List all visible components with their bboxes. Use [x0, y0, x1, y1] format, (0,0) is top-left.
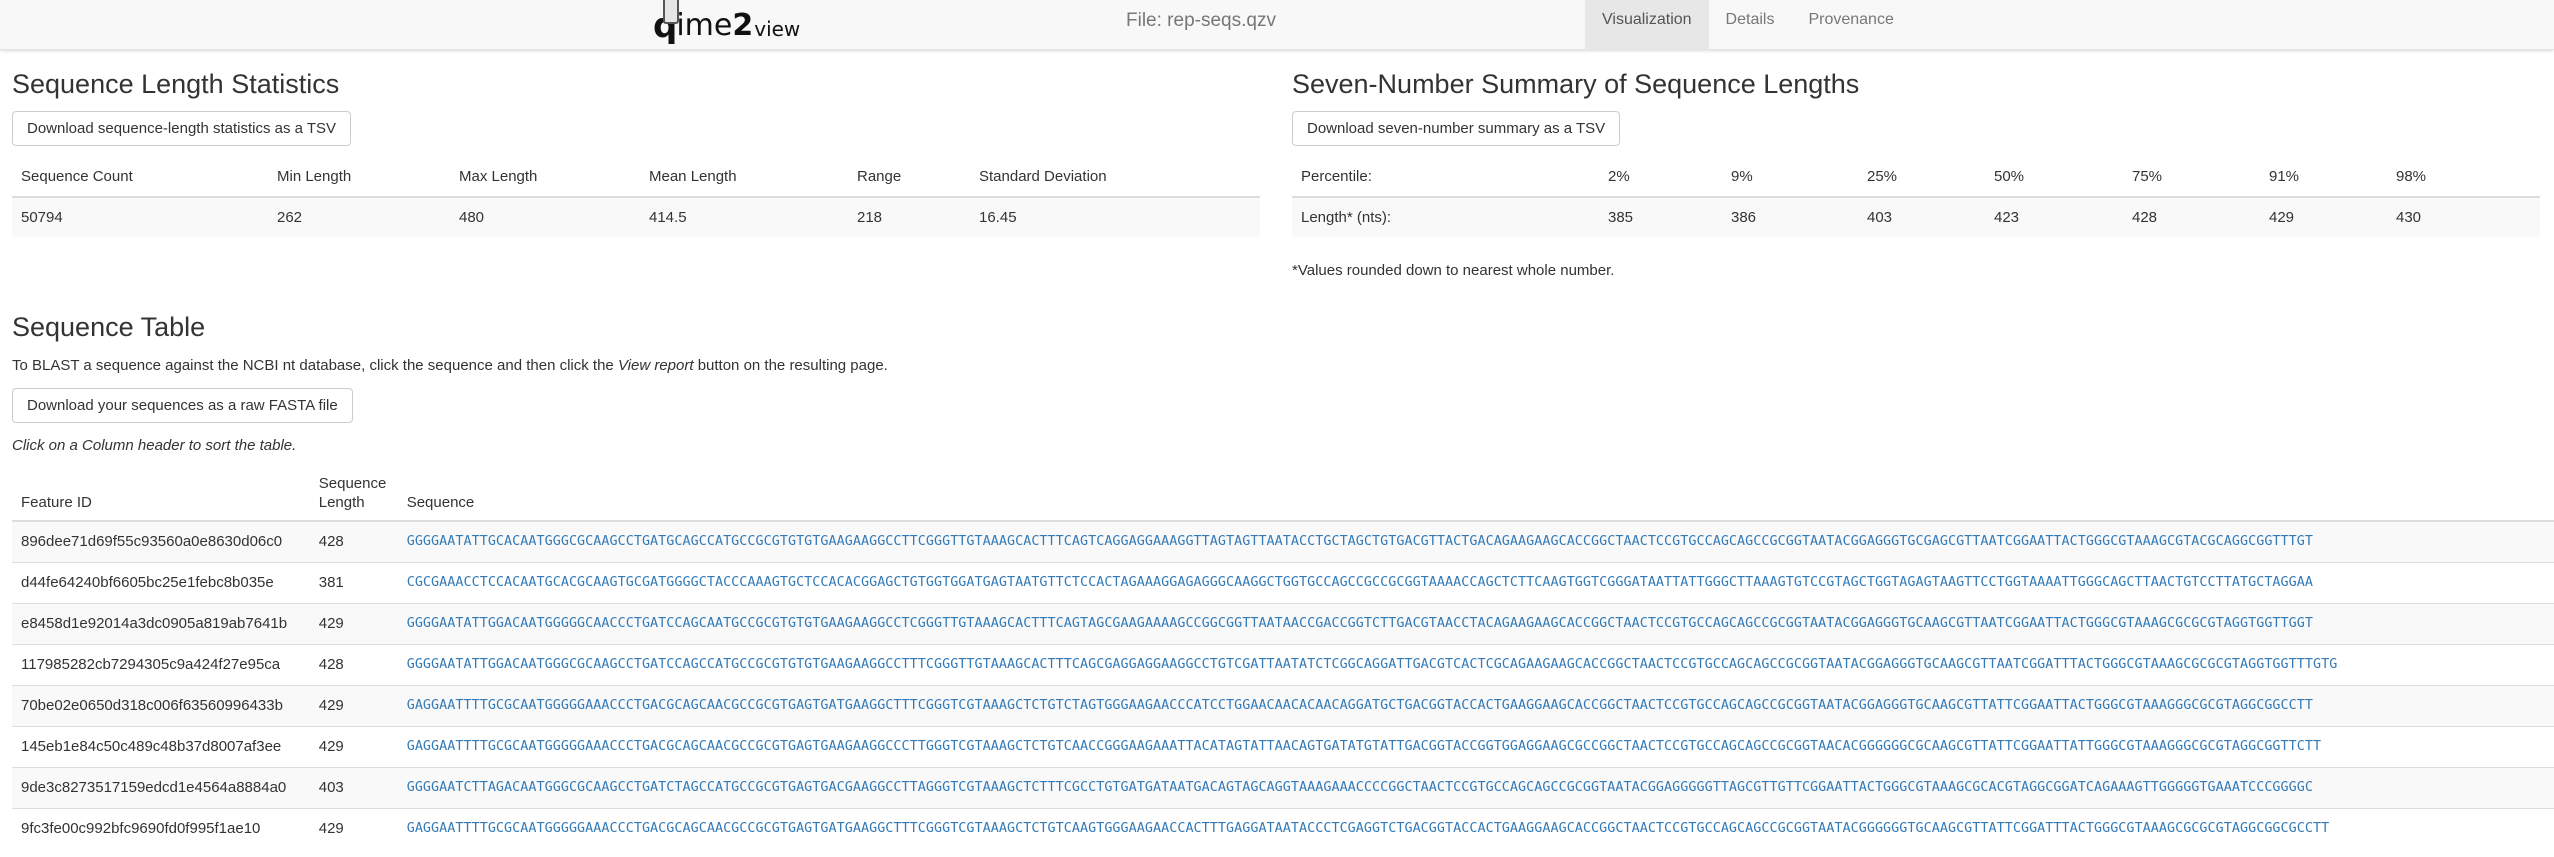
- sort-hint: Click on a Column header to sort the tab…: [12, 437, 297, 454]
- download-length-stats-button[interactable]: Download sequence-length statistics as a…: [12, 111, 352, 146]
- header-standard-deviation: Standard Deviation: [970, 157, 1260, 198]
- rounding-footnote: *Values rounded down to nearest whole nu…: [1292, 262, 1615, 279]
- sequence-link[interactable]: GAGGAATTTTGCGCAATGGGGGAAACCCTGACGCAGCAAC…: [407, 739, 2321, 754]
- length-stats-table: Sequence Count Min Length Max Length Mea…: [12, 157, 1260, 237]
- sequence-link-cell: GGGGAATATTGCACAATGGGCGCAAGCCTGATGCAGCCAT…: [397, 520, 2554, 562]
- tab-visualization[interactable]: Visualization: [1585, 0, 1709, 49]
- feature-id: 896dee71d69f55c93560a0e8630d06c0: [12, 520, 310, 562]
- table-row: 9fc3fe00c992bfc9690fd0f995f1ae10 429 GAG…: [12, 807, 2554, 849]
- sequence-table-title: Sequence Table: [12, 312, 206, 342]
- sequence-link[interactable]: GAGGAATTTTGCGCAATGGGGGAAACCCTGACGCAGCAAC…: [407, 698, 2313, 713]
- sequence-link[interactable]: GAGGAATTTTGCGCAATGGGGGAAACCCTGACGCAGCAAC…: [407, 821, 2330, 836]
- sequence-link-cell: GAGGAATTTTGCGCAATGGGGGAAACCCTGACGCAGCAAC…: [397, 684, 2554, 726]
- value-min-length: 262: [268, 197, 450, 237]
- header-p91: 91%: [2260, 157, 2387, 198]
- download-seven-number-button[interactable]: Download seven-number summary as a TSV: [1292, 111, 1621, 146]
- header-p75: 75%: [2123, 157, 2260, 198]
- sequence-length: 381: [309, 561, 398, 603]
- tab-details[interactable]: Details: [1709, 0, 1792, 49]
- value-p75: 428: [2123, 197, 2260, 237]
- seven-number-table: Percentile: 2% 9% 25% 50% 75% 91% 98% Le…: [1292, 157, 2540, 237]
- value-max-length: 480: [450, 197, 640, 237]
- table-row: 117985282cb7294305c9a424f27e95ca 428 GGG…: [12, 643, 2554, 685]
- header-sequence[interactable]: Sequence: [397, 471, 2554, 522]
- length-row-label: Length* (nts):: [1292, 197, 1599, 237]
- value-p50: 423: [1985, 197, 2123, 237]
- header-min-length: Min Length: [268, 157, 450, 198]
- sequence-table: Feature ID Sequence Length Sequence 896de…: [12, 471, 2554, 849]
- header-p50: 50%: [1985, 157, 2123, 198]
- tab-provenance[interactable]: Provenance: [1791, 0, 1910, 49]
- table-header-row: Sequence Count Min Length Max Length Mea…: [12, 157, 1260, 198]
- table-row: 145eb1e84c50c489c48b37d8007af3ee 429 GAG…: [12, 725, 2554, 767]
- sequence-link-cell: GGGGAATCTTAGACAATGGGCGCAAGCCTGATCTAGCCAT…: [397, 766, 2554, 808]
- feature-id: e8458d1e92014a3dc0905a819ab7641b: [12, 602, 310, 644]
- feature-id: 70be02e0650d318c006f63560996433b: [12, 684, 310, 726]
- value-p91: 429: [2260, 197, 2387, 237]
- header-p9: 9%: [1722, 157, 1858, 198]
- value-p9: 386: [1722, 197, 1858, 237]
- header-percentile: Percentile:: [1292, 157, 1599, 198]
- feature-id: 9de3c8273517159edcd1e4564a8884a0: [12, 766, 310, 808]
- value-p25: 403: [1858, 197, 1985, 237]
- header-max-length: Max Length: [450, 157, 640, 198]
- sequence-link[interactable]: GGGGAATATTGGACAATGGGCGCAAGCCTGATCCAGCCAT…: [407, 657, 2338, 672]
- view-tabs: Visualization Details Provenance: [1585, 0, 1911, 49]
- table-row: d44fe64240bf6605bc25e1febc8b035e 381 CGC…: [12, 561, 2554, 603]
- header-p2: 2%: [1599, 157, 1722, 198]
- header-mean-length: Mean Length: [640, 157, 848, 198]
- table-header-row: Feature ID Sequence Length Sequence: [12, 471, 2554, 522]
- header-sequence-length[interactable]: Sequence Length: [309, 471, 398, 522]
- feature-id: d44fe64240bf6605bc25e1febc8b035e: [12, 561, 310, 603]
- seven-number-title: Seven-Number Summary of Sequence Lengths: [1292, 69, 1860, 99]
- download-fasta-button[interactable]: Download your sequences as a raw FASTA f…: [12, 388, 353, 423]
- table-row: 50794 262 480 414.5 218 16.45: [12, 197, 1260, 237]
- sequence-link[interactable]: GGGGAATATTGGACAATGGGGGCAACCCTGATCCAGCAAT…: [407, 616, 2313, 631]
- sequence-length: 429: [309, 725, 398, 767]
- feature-id: 117985282cb7294305c9a424f27e95ca: [12, 643, 310, 685]
- sequence-length: 429: [309, 807, 398, 849]
- value-sequence-count: 50794: [12, 197, 268, 237]
- sequence-link[interactable]: GGGGAATCTTAGACAATGGGCGCAAGCCTGATCTAGCCAT…: [407, 780, 2313, 795]
- value-p2: 385: [1599, 197, 1722, 237]
- sequence-link-cell: CGCGAAACCTCCACAATGCACGCAAGTGCGATGGGGCTAC…: [397, 561, 2554, 603]
- file-title: File: rep-seqs.qzv: [1126, 10, 1276, 31]
- sequence-link[interactable]: GGGGAATATTGCACAATGGGCGCAAGCCTGATGCAGCCAT…: [407, 534, 2313, 549]
- table-row: e8458d1e92014a3dc0905a819ab7641b 429 GGG…: [12, 602, 2554, 644]
- flask-icon: [663, 0, 679, 24]
- table-row: 896dee71d69f55c93560a0e8630d06c0 428 GGG…: [12, 520, 2554, 562]
- sequence-length: 429: [309, 684, 398, 726]
- sequence-link-cell: GGGGAATATTGGACAATGGGCGCAAGCCTGATCCAGCCAT…: [397, 643, 2554, 685]
- table-row: Length* (nts): 385 386 403 423 428 429 4…: [1292, 197, 2540, 237]
- qiime2view-logo[interactable]: q ime 2 view: [653, 0, 800, 44]
- sequence-length: 428: [309, 520, 398, 562]
- table-row: 9de3c8273517159edcd1e4564a8884a0 403 GGG…: [12, 766, 2554, 808]
- sequence-length: 429: [309, 602, 398, 644]
- sequence-length: 428: [309, 643, 398, 685]
- value-mean-length: 414.5: [640, 197, 848, 237]
- feature-id: 145eb1e84c50c489c48b37d8007af3ee: [12, 725, 310, 767]
- sequence-link-cell: GAGGAATTTTGCGCAATGGGGGAAACCCTGACGCAGCAAC…: [397, 725, 2554, 767]
- value-p98: 430: [2387, 197, 2540, 237]
- sequence-link[interactable]: CGCGAAACCTCCACAATGCACGCAAGTGCGATGGGGCTAC…: [407, 575, 2313, 590]
- feature-id: 9fc3fe00c992bfc9690fd0f995f1ae10: [12, 807, 310, 849]
- sequence-link-cell: GGGGAATATTGGACAATGGGGGCAACCCTGATCCAGCAAT…: [397, 602, 2554, 644]
- header-feature-id[interactable]: Feature ID: [12, 471, 310, 522]
- sequence-length: 403: [309, 766, 398, 808]
- header-p25: 25%: [1858, 157, 1985, 198]
- top-navbar: q ime 2 view File: rep-seqs.qzv Visualizati…: [0, 0, 2554, 50]
- blast-instructions: To BLAST a sequence against the NCBI nt …: [12, 357, 888, 374]
- length-stats-title: Sequence Length Statistics: [12, 69, 340, 99]
- value-range: 218: [848, 197, 970, 237]
- table-row: 70be02e0650d318c006f63560996433b 429 GAG…: [12, 684, 2554, 726]
- header-p98: 98%: [2387, 157, 2540, 198]
- table-header-row: Percentile: 2% 9% 25% 50% 75% 91% 98%: [1292, 157, 2540, 198]
- sequence-link-cell: GAGGAATTTTGCGCAATGGGGGAAACCCTGACGCAGCAAC…: [397, 807, 2554, 849]
- header-sequence-count: Sequence Count: [12, 157, 268, 198]
- header-range: Range: [848, 157, 970, 198]
- value-standard-deviation: 16.45: [970, 197, 1260, 237]
